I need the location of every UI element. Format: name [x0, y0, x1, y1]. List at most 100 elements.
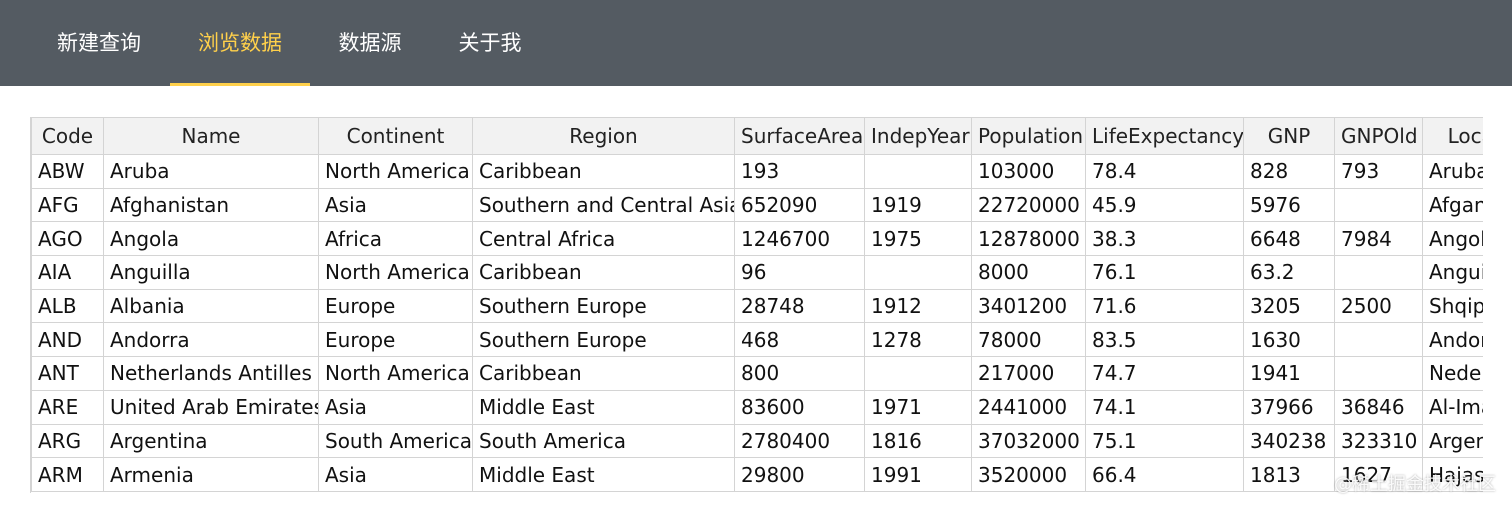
- column-header-code[interactable]: Code: [31, 117, 104, 155]
- table-cell-name: Armenia: [103, 457, 319, 492]
- table-cell-localname: Shqipëria: [1422, 288, 1483, 324]
- table-header-row: Code Name Continent Region SurfaceArea IndepY…: [31, 117, 1483, 155]
- table-cell-population: 217000: [971, 356, 1086, 391]
- table-cell-population: 3520000: [971, 457, 1086, 492]
- table-cell-localname: Argentina: [1422, 423, 1483, 459]
- table-cell-code: AND: [31, 322, 104, 358]
- table-cell-continent: North America: [318, 255, 473, 290]
- column-header-localname[interactable]: LocalName: [1422, 117, 1483, 155]
- table-row[interactable]: AIA Anguilla North America Caribbean 96 8000 7…: [31, 255, 1483, 290]
- table-cell-indepyear: [864, 356, 972, 391]
- table-row[interactable]: AFG Afghanistan Asia Southern and Central A…: [31, 187, 1483, 223]
- table-cell-region: Middle East: [472, 457, 735, 492]
- table-cell-region: Caribbean: [472, 154, 735, 189]
- column-header-region[interactable]: Region: [472, 117, 735, 155]
- table-cell-gnp: 3205: [1243, 288, 1335, 324]
- table-cell-lifeexpectancy: 83.5: [1085, 322, 1244, 358]
- table-cell-name: Argentina: [103, 423, 319, 459]
- table-cell-localname: Angola: [1422, 221, 1483, 257]
- table-cell-region: Southern Europe: [472, 322, 735, 358]
- table-cell-indepyear: 1975: [864, 221, 972, 257]
- table-cell-lifeexpectancy: 75.1: [1085, 423, 1244, 459]
- table-cell-population: 37032000: [971, 423, 1086, 459]
- column-header-indepyear[interactable]: IndepYear: [864, 117, 972, 155]
- table-cell-gnp: 1813: [1243, 457, 1335, 492]
- column-header-surfacearea[interactable]: SurfaceArea: [734, 117, 865, 155]
- table-cell-lifeexpectancy: 78.4: [1085, 154, 1244, 189]
- column-header-continent[interactable]: Continent: [318, 117, 473, 155]
- table-cell-localname: Nederlandse Antillen: [1422, 356, 1483, 391]
- table-cell-surfacearea: 800: [734, 356, 865, 391]
- table-cell-indepyear: 1278: [864, 322, 972, 358]
- table-cell-population: 2441000: [971, 389, 1086, 425]
- table-cell-code: ARG: [31, 423, 104, 459]
- table-cell-indepyear: 1816: [864, 423, 972, 459]
- table-cell-population: 12878000: [971, 221, 1086, 257]
- top-nav: 新建查询 浏览数据 数据源 关于我: [0, 0, 1512, 86]
- table-cell-name: Andorra: [103, 322, 319, 358]
- column-header-gnp[interactable]: GNP: [1243, 117, 1335, 155]
- table-cell-continent: Asia: [318, 389, 473, 425]
- table-cell-surfacearea: 468: [734, 322, 865, 358]
- table-cell-gnpold: 36846: [1334, 389, 1423, 425]
- watermark: @稀土掘金技术社区: [1334, 474, 1496, 495]
- table-cell-code: AFG: [31, 187, 104, 223]
- table-cell-name: Albania: [103, 288, 319, 324]
- nav-item-about-me[interactable]: 关于我: [442, 0, 538, 86]
- table-cell-name: United Arab Emirates: [103, 389, 319, 425]
- table-cell-lifeexpectancy: 74.1: [1085, 389, 1244, 425]
- data-table-container[interactable]: Code Name Continent Region SurfaceArea IndepY…: [30, 117, 1483, 493]
- table-row[interactable]: ANT Netherlands Antilles North America Cari…: [31, 356, 1483, 391]
- column-header-lifeexpectancy[interactable]: LifeExpectancy: [1085, 117, 1244, 155]
- table-cell-lifeexpectancy: 38.3: [1085, 221, 1244, 257]
- table-cell-code: ANT: [31, 356, 104, 391]
- table-cell-surfacearea: 29800: [734, 457, 865, 492]
- nav-item-browse-data[interactable]: 浏览数据: [170, 0, 310, 86]
- column-header-name[interactable]: Name: [103, 117, 319, 155]
- table-cell-gnpold: [1334, 187, 1423, 223]
- table-cell-population: 22720000: [971, 187, 1086, 223]
- table-cell-indepyear: [864, 154, 972, 189]
- table-cell-gnp: 1630: [1243, 322, 1335, 358]
- table-cell-name: Aruba: [103, 154, 319, 189]
- table-cell-region: Southern Europe: [472, 288, 735, 324]
- table-row[interactable]: ARE United Arab Emirates Asia Middle East 83…: [31, 389, 1483, 425]
- column-header-gnpold[interactable]: GNPOld: [1334, 117, 1423, 155]
- table-cell-gnpold: [1334, 255, 1423, 290]
- table-cell-gnp: 6648: [1243, 221, 1335, 257]
- table-cell-code: AGO: [31, 221, 104, 257]
- table-row[interactable]: ABW Aruba North America Caribbean 193 103000 7…: [31, 154, 1483, 189]
- table-cell-indepyear: 1919: [864, 187, 972, 223]
- table-cell-code: ALB: [31, 288, 104, 324]
- table-cell-localname: Anguilla: [1422, 255, 1483, 290]
- table-cell-continent: Europe: [318, 322, 473, 358]
- table-cell-code: ARE: [31, 389, 104, 425]
- table-cell-continent: South America: [318, 423, 473, 459]
- table-cell-population: 78000: [971, 322, 1086, 358]
- table-row[interactable]: ARM Armenia Asia Middle East 29800 1991 352000…: [31, 457, 1483, 492]
- column-header-population[interactable]: Population: [971, 117, 1086, 155]
- table-cell-region: Middle East: [472, 389, 735, 425]
- table-cell-localname: Aruba: [1422, 154, 1483, 189]
- table-cell-name: Angola: [103, 221, 319, 257]
- nav-item-data-source[interactable]: 数据源: [322, 0, 418, 86]
- table-cell-continent: Africa: [318, 221, 473, 257]
- table-row[interactable]: ALB Albania Europe Southern Europe 28748 1912…: [31, 288, 1483, 324]
- table-cell-surfacearea: 193: [734, 154, 865, 189]
- table-cell-surfacearea: 28748: [734, 288, 865, 324]
- table-body: ABW Aruba North America Caribbean 193 103000 7…: [31, 154, 1483, 492]
- table-cell-surfacearea: 96: [734, 255, 865, 290]
- table-cell-code: ABW: [31, 154, 104, 189]
- table-cell-gnpold: [1334, 356, 1423, 391]
- table-row[interactable]: AND Andorra Europe Southern Europe 468 1278 78…: [31, 322, 1483, 358]
- table-row[interactable]: AGO Angola Africa Central Africa 1246700 1975…: [31, 221, 1483, 257]
- table-cell-gnpold: [1334, 322, 1423, 358]
- table-row[interactable]: ARG Argentina South America South America 27…: [31, 423, 1483, 459]
- table-cell-continent: North America: [318, 356, 473, 391]
- table-cell-gnp: 5976: [1243, 187, 1335, 223]
- nav-item-new-query[interactable]: 新建查询: [40, 0, 158, 86]
- table-cell-gnp: 37966: [1243, 389, 1335, 425]
- table-cell-gnpold: 2500: [1334, 288, 1423, 324]
- table-cell-lifeexpectancy: 66.4: [1085, 457, 1244, 492]
- table-cell-localname: Afganistan/Afqanestan: [1422, 187, 1483, 223]
